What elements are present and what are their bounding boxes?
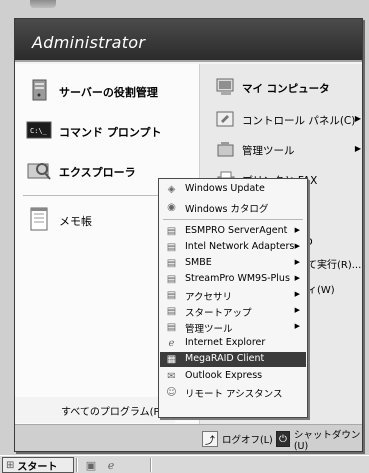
folder-icon: ▤ bbox=[166, 258, 177, 269]
program-item-accessories[interactable]: ▤ アクセサリ ▶ bbox=[160, 288, 306, 303]
shutdown-button[interactable]: ⏻ シャットダウン(U) bbox=[276, 429, 362, 452]
program-item-esmpro[interactable]: ▤ ESMPRO ServerAgent ▶ bbox=[160, 224, 306, 239]
windows-update-icon: ◈ bbox=[167, 184, 176, 195]
program-item-label: MegaRAID Client bbox=[185, 353, 265, 364]
explorer-icon bbox=[25, 157, 53, 183]
internet-explorer-icon: ℯ bbox=[168, 338, 175, 349]
taskbar: ⊞ スタート ▣ ℯ bbox=[0, 455, 369, 473]
megaraid-icon: ▦ bbox=[166, 354, 177, 365]
taskbar-divider bbox=[150, 458, 152, 472]
program-item-label: SMBE bbox=[185, 257, 212, 268]
logoff-button[interactable]: ⤴ ログオフ(L) bbox=[202, 429, 273, 449]
right-item-partial-w[interactable]: ィ(W) bbox=[307, 281, 335, 296]
pinned-item-command-prompt[interactable]: C:\_ コマンド プロンプト bbox=[15, 112, 199, 148]
submenu-arrow: ▶ bbox=[294, 258, 300, 266]
program-item-intel-network[interactable]: ▤ Intel Network Adapters ▶ bbox=[160, 240, 306, 255]
command-prompt-icon: C:\_ bbox=[25, 117, 53, 143]
run-item-partial[interactable]: て実行(R)... bbox=[307, 256, 361, 271]
internet-explorer-icon[interactable]: ℯ bbox=[104, 458, 118, 472]
folder-icon: ▤ bbox=[166, 226, 177, 237]
program-item-label: アクセサリ bbox=[185, 292, 233, 303]
program-item-label: ESMPRO ServerAgent bbox=[185, 225, 288, 236]
programs-separator bbox=[163, 219, 303, 220]
taskbar-divider bbox=[76, 458, 78, 472]
program-item-windows-update[interactable]: ◈ Windows Update bbox=[160, 182, 306, 197]
admin-tools-icon bbox=[214, 138, 238, 160]
all-programs-label: すべてのプログラム(P) bbox=[61, 407, 164, 418]
program-item-label: 管理ツール bbox=[185, 324, 233, 335]
right-item-my-computer[interactable]: マイ コンピュータ bbox=[200, 72, 363, 102]
folder-icon: ▤ bbox=[166, 274, 177, 285]
right-item-control-panel[interactable]: コントロール パネル(C) ▶ bbox=[200, 104, 363, 134]
submenu-arrow: ▶ bbox=[294, 290, 300, 298]
start-menu-footer: ⤴ ログオフ(L) ⏻ シャットダウン(U) bbox=[15, 424, 362, 452]
program-item-label: Windows Update bbox=[185, 183, 265, 194]
partial-char: ィ bbox=[307, 285, 317, 296]
logoff-label: ログオフ(L) bbox=[222, 435, 273, 446]
pinned-item-label: エクスプローラ bbox=[59, 166, 136, 179]
all-programs-menu: ◈ Windows Update ◉ Windows カタログ ▤ ESMPRO… bbox=[158, 178, 308, 418]
desktop-icon[interactable] bbox=[30, 0, 56, 8]
pinned-item-server-roles[interactable]: サーバーの役割管理 bbox=[15, 72, 199, 108]
shutdown-label: シャットダウン(U) bbox=[293, 429, 361, 452]
all-programs-button[interactable]: すべてのプログラム(P) ▶ bbox=[15, 397, 175, 423]
program-item-outlook-express[interactable]: ✉ Outlook Express bbox=[160, 369, 306, 384]
windows-catalog-icon: ◉ bbox=[167, 202, 176, 213]
partial-shortcut: (W) bbox=[317, 285, 335, 296]
program-item-label: スタートアップ bbox=[185, 308, 252, 319]
program-item-label: Outlook Express bbox=[185, 370, 263, 381]
right-item-label: コントロール パネル(C) bbox=[242, 115, 356, 127]
show-desktop-icon[interactable]: ▣ bbox=[84, 458, 98, 472]
folder-icon: ▤ bbox=[166, 322, 177, 333]
submenu-arrow: ▶ bbox=[294, 322, 300, 330]
start-button[interactable]: ⊞ スタート bbox=[2, 457, 74, 473]
program-item-label: Internet Explorer bbox=[185, 337, 266, 348]
folder-icon: ▤ bbox=[166, 290, 177, 301]
program-item-smbe[interactable]: ▤ SMBE ▶ bbox=[160, 256, 306, 271]
folder-icon: ▤ bbox=[166, 306, 177, 317]
submenu-arrow: ▶ bbox=[294, 242, 300, 250]
program-item-label: StreamPro WM9S-Plus bbox=[185, 273, 290, 284]
program-item-label: Windows カタログ bbox=[185, 204, 269, 215]
program-item-admin-tools[interactable]: ▤ 管理ツール ▶ bbox=[160, 320, 306, 335]
program-item-streampro[interactable]: ▤ StreamPro WM9S-Plus ▶ bbox=[160, 272, 306, 287]
right-item-label: マイ コンピュータ bbox=[242, 83, 330, 95]
submenu-arrow: ▶ bbox=[354, 114, 361, 123]
logoff-icon: ⤴ bbox=[202, 431, 218, 447]
power-icon: ⏻ bbox=[276, 431, 290, 447]
submenu-arrow: ▶ bbox=[294, 226, 300, 234]
program-item-megaraid-client[interactable]: ▦ MegaRAID Client bbox=[160, 352, 306, 367]
right-item-admin-tools[interactable]: 管理ツール ▶ bbox=[200, 134, 363, 164]
submenu-arrow: ▶ bbox=[294, 306, 300, 314]
svg-text:C:\_: C:\_ bbox=[30, 127, 48, 135]
user-name: Administrator bbox=[32, 33, 146, 52]
start-menu-header: Administrator bbox=[15, 19, 362, 62]
right-item-label: 管理ツール bbox=[242, 145, 295, 157]
outlook-icon: ✉ bbox=[167, 371, 176, 382]
submenu-arrow: ▶ bbox=[354, 144, 361, 153]
program-item-remote-assistance[interactable]: ☺ リモート アシスタンス bbox=[160, 385, 306, 400]
program-item-label: Intel Network Adapters bbox=[185, 241, 295, 252]
program-item-internet-explorer[interactable]: ℯ Internet Explorer bbox=[160, 336, 306, 351]
program-item-startup[interactable]: ▤ スタートアップ ▶ bbox=[160, 304, 306, 319]
remote-assistance-icon: ☺ bbox=[166, 387, 177, 398]
program-item-windows-catalog[interactable]: ◉ Windows カタログ bbox=[160, 200, 306, 215]
server-icon bbox=[25, 77, 53, 103]
recent-item-label: メモ帳 bbox=[59, 215, 92, 228]
computer-icon bbox=[214, 76, 238, 98]
submenu-arrow: ▶ bbox=[294, 274, 300, 282]
start-label: スタート bbox=[17, 461, 58, 473]
program-item-label: リモート アシスタンス bbox=[185, 389, 283, 400]
windows-logo-icon: ⊞ bbox=[6, 459, 15, 471]
pinned-item-label: サーバーの役割管理 bbox=[59, 86, 158, 99]
pinned-item-label: コマンド プロンプト bbox=[59, 126, 162, 139]
notepad-icon bbox=[25, 206, 53, 232]
folder-icon: ▤ bbox=[166, 242, 177, 253]
control-panel-icon bbox=[214, 108, 238, 130]
